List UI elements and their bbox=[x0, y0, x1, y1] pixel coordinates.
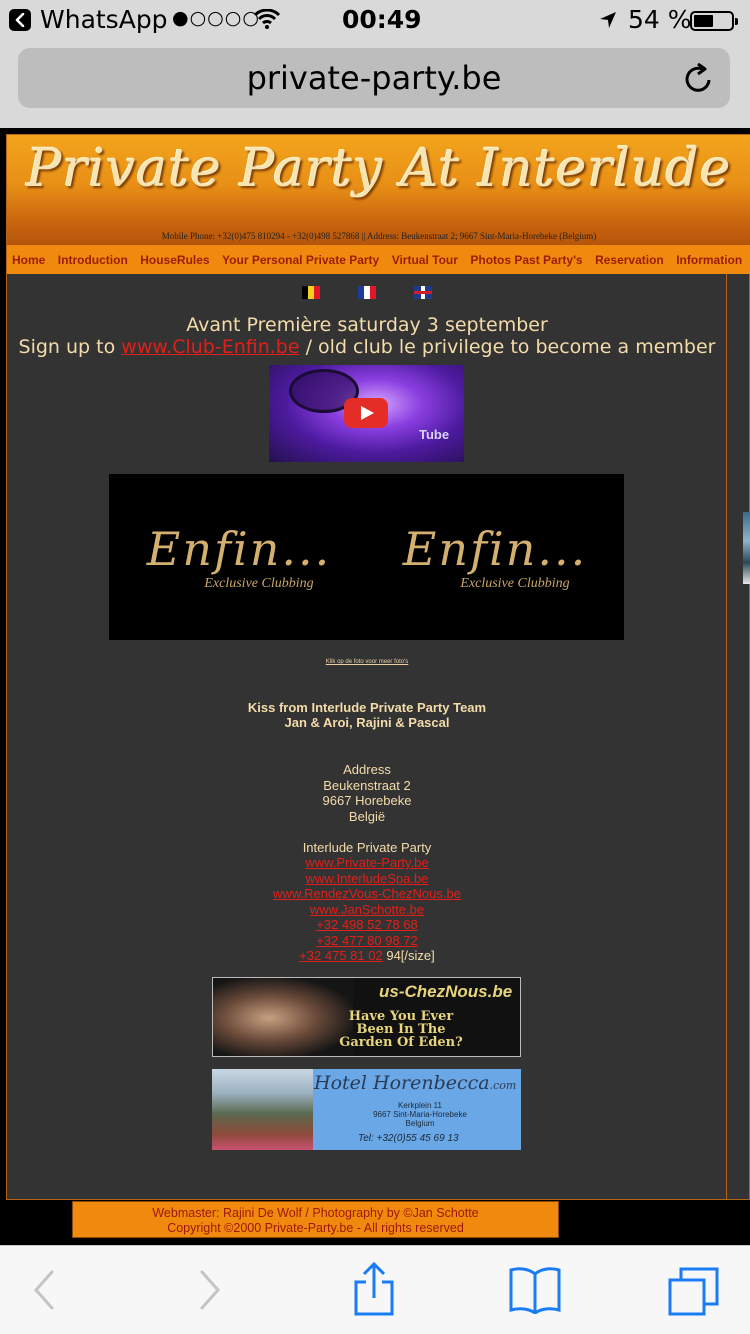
banner-contact-info: Mobile Phone: +32(0)475 810294 - +32(0)4… bbox=[161, 231, 597, 241]
share-icon[interactable] bbox=[352, 1262, 396, 1318]
menu-houserules[interactable]: HouseRules bbox=[135, 245, 209, 267]
side-thumbnail-image[interactable] bbox=[743, 512, 750, 584]
play-button-icon[interactable] bbox=[344, 398, 388, 428]
address-org: Interlude Private Party bbox=[302, 839, 432, 855]
signal-strength: ●○○○○ bbox=[172, 7, 260, 29]
site-footer: Webmaster: Rajini De Wolf / Photography … bbox=[72, 1201, 559, 1238]
browser-toolbar bbox=[0, 1245, 750, 1334]
video-watermark: Tube bbox=[419, 427, 450, 442]
link-interlude-spa[interactable]: www.InterludeSpa.be bbox=[306, 871, 429, 886]
site-frame: Private Party At Interlude Mobile Phone:… bbox=[6, 134, 750, 1200]
headline-line1: Avant Première saturday 3 september bbox=[186, 314, 548, 336]
web-page: Private Party At Interlude Mobile Phone:… bbox=[0, 128, 750, 1245]
hotel-addr-line2: 9667 Sint-Maria-Horebeke bbox=[373, 1110, 467, 1119]
back-app-label[interactable]: WhatsApp bbox=[40, 5, 168, 34]
status-bar: WhatsApp ●○○○○ 00:49 54 % bbox=[0, 0, 750, 40]
address-street: Beukenstraat 2 bbox=[323, 777, 411, 793]
phone-link-2[interactable]: +32 477 80 98 72 bbox=[316, 933, 418, 948]
url-text[interactable]: private-party.be bbox=[18, 59, 730, 97]
address-block: Address Beukenstraat 2 9667 Horebeke Bel… bbox=[7, 762, 727, 964]
enfin-word: Enfin... bbox=[146, 522, 332, 576]
back-to-app-button[interactable] bbox=[9, 9, 31, 31]
menu-virtual-tour[interactable]: Virtual Tour bbox=[387, 245, 458, 267]
hotel-addr-line1: Kerkplein 11 bbox=[398, 1101, 442, 1110]
phone-link-1[interactable]: +32 498 52 78 68 bbox=[316, 917, 418, 932]
video-thumbnail[interactable]: Tube bbox=[269, 365, 464, 462]
hotel-address: Kerkplein 11 9667 Sint-Maria-Horebeke Be… bbox=[360, 1101, 480, 1128]
headline-rest: / old club le privilege to become a memb… bbox=[305, 336, 716, 358]
site-banner: Private Party At Interlude Mobile Phone:… bbox=[7, 135, 750, 245]
headline-signup: Sign up to bbox=[18, 336, 116, 358]
address-country: België bbox=[348, 808, 386, 824]
reload-icon[interactable] bbox=[684, 62, 714, 94]
enfin-sub: Exclusive Clubbing bbox=[460, 576, 570, 591]
team-greeting: Kiss from Interlude Private Party Team J… bbox=[7, 700, 727, 730]
menu-photos-past-partys[interactable]: Photos Past Party's bbox=[465, 245, 582, 267]
hotel-name: Hotel Horenbecca.com bbox=[314, 1072, 516, 1094]
banner-title: Private Party At Interlude bbox=[26, 139, 732, 199]
hotel-horenbecca-ad-banner[interactable]: Hotel Horenbecca.com Kerkplein 11 9667 S… bbox=[212, 1069, 521, 1150]
phone-suffix: 94[/size] bbox=[386, 948, 435, 963]
menu-personal-private-party[interactable]: Your Personal Private Party bbox=[217, 245, 379, 267]
main-content: Avant Première saturday 3 september Sign… bbox=[7, 274, 727, 1199]
flag-belgium-icon[interactable] bbox=[301, 286, 320, 299]
team-greeting-line1: Kiss from Interlude Private Party Team bbox=[247, 700, 487, 715]
forward-icon[interactable] bbox=[198, 1268, 224, 1312]
enfin-word: Enfin... bbox=[402, 522, 588, 576]
language-flags bbox=[7, 286, 727, 304]
flag-france-icon[interactable] bbox=[358, 286, 376, 299]
cheznous-tag-line3: Garden Of Eden? bbox=[339, 1035, 463, 1050]
menu-introduction[interactable]: Introduction bbox=[53, 245, 128, 267]
enfin-sub: Exclusive Clubbing bbox=[204, 576, 314, 591]
link-private-party[interactable]: www.Private-Party.be bbox=[305, 855, 428, 870]
hotel-terrace-photo bbox=[212, 1069, 313, 1150]
enfin-banner-image[interactable]: Enfin... Exclusive Clubbing Enfin... Exc… bbox=[109, 474, 624, 640]
wifi-icon bbox=[254, 9, 280, 29]
battery-percent: 54 % bbox=[628, 5, 692, 34]
tabs-icon[interactable] bbox=[667, 1266, 721, 1316]
bookmarks-icon[interactable] bbox=[508, 1266, 562, 1314]
location-arrow-icon bbox=[600, 12, 616, 28]
hotel-phone: Tel: +32(0)55 45 69 13 bbox=[358, 1133, 459, 1144]
flag-uk-icon[interactable] bbox=[414, 286, 433, 299]
battery-icon bbox=[690, 11, 738, 31]
cheznous-brand: us-ChezNous.be bbox=[379, 982, 513, 1001]
enfin-logo-right: Enfin... Exclusive Clubbing bbox=[385, 522, 605, 592]
headline: Avant Première saturday 3 september Sign… bbox=[7, 314, 727, 358]
phone-link-3[interactable]: +32 475 81 02 bbox=[299, 948, 383, 963]
club-enfin-link[interactable]: www.Club-Enfin.be bbox=[121, 336, 299, 358]
clock: 00:49 bbox=[342, 5, 422, 34]
cheznous-ad-banner[interactable]: us-ChezNous.be Have You Ever Been In The… bbox=[212, 977, 521, 1057]
address-city: 9667 Horebeke bbox=[322, 793, 412, 808]
browser-address-area: private-party.be bbox=[0, 40, 750, 128]
chevron-left-icon bbox=[15, 13, 25, 27]
team-greeting-line2: Jan & Aroi, Rajini & Pascal bbox=[284, 715, 450, 730]
address-label: Address bbox=[343, 762, 391, 777]
hotel-name-suffix: .com bbox=[489, 1079, 517, 1092]
menu-reservation[interactable]: Reservation bbox=[590, 245, 664, 267]
hotel-addr-line3: Belgium bbox=[405, 1119, 435, 1128]
menu-home[interactable]: Home bbox=[7, 245, 45, 267]
menu-information[interactable]: Information bbox=[671, 245, 742, 267]
site-menu: Home Introduction HouseRules Your Person… bbox=[7, 245, 750, 274]
footer-copyright: Copyright ©2000 Private-Party.be - All r… bbox=[167, 1221, 464, 1235]
headline-line2: Sign up to www.Club-Enfin.be / old club … bbox=[7, 336, 727, 358]
footer-credits: Webmaster: Rajini De Wolf / Photography … bbox=[152, 1206, 479, 1220]
photo-more-link[interactable]: Klik op de foto voor meer foto's bbox=[7, 659, 727, 665]
cheznous-tagline: Have You Ever Been In The Garden Of Eden… bbox=[331, 1010, 471, 1049]
address-bar[interactable]: private-party.be bbox=[18, 48, 730, 108]
hotel-name-main: Hotel Horenbecca bbox=[314, 1072, 490, 1094]
enfin-logo-left: Enfin... Exclusive Clubbing bbox=[129, 522, 349, 592]
back-icon[interactable] bbox=[30, 1268, 56, 1312]
link-rendezvous[interactable]: www.RendezVous-ChezNous.be bbox=[273, 886, 461, 901]
battery-fill bbox=[694, 15, 713, 27]
link-janschotte[interactable]: www.JanSchotte.be bbox=[310, 902, 424, 917]
